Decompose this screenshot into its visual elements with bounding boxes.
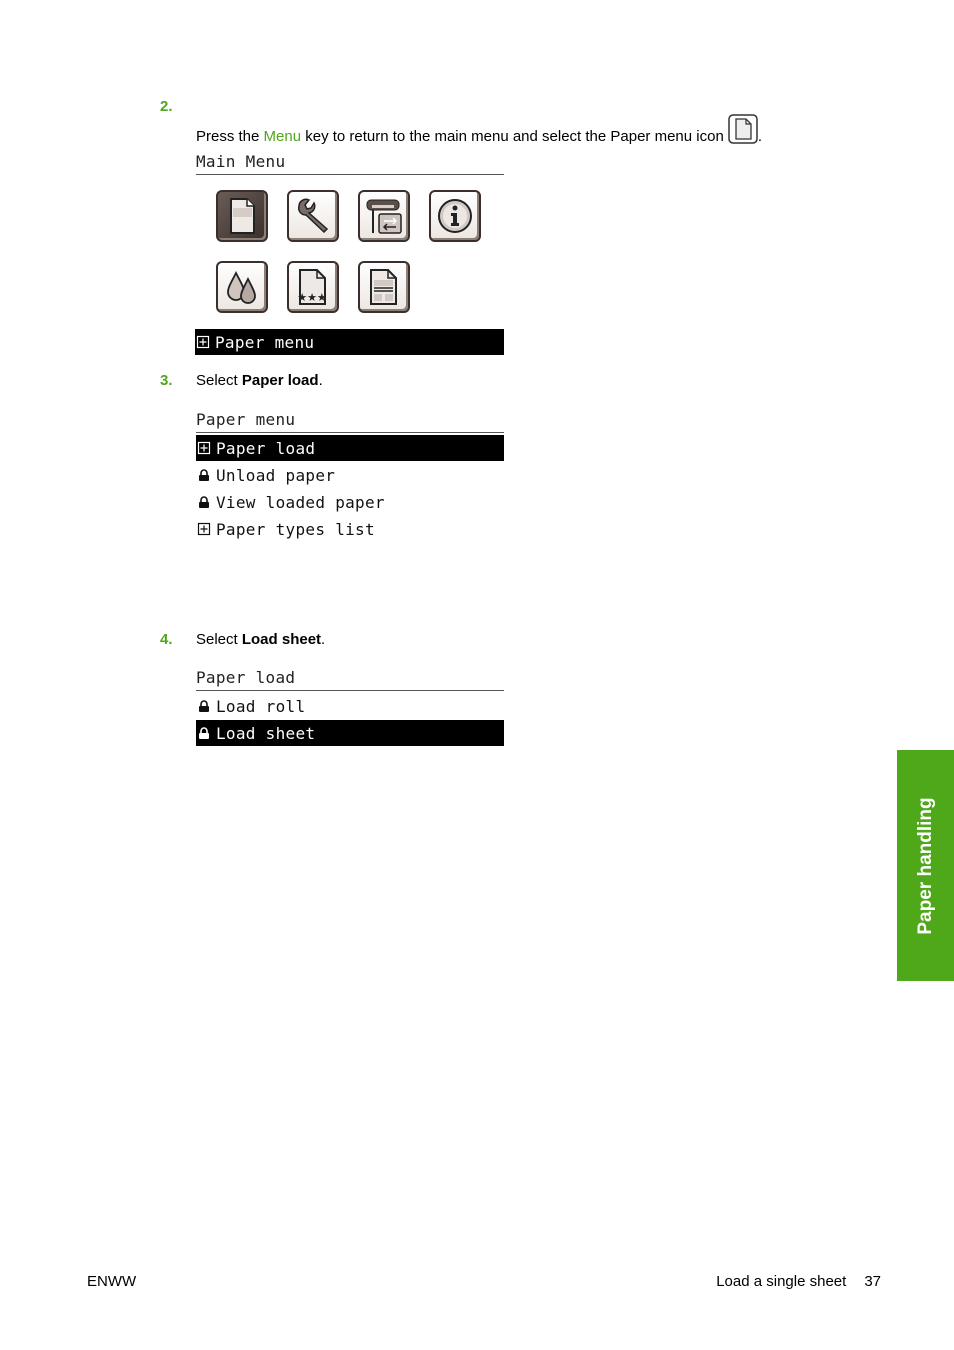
footer-left-label: ENWW	[87, 1273, 137, 1290]
menu-item-label: View loaded paper	[216, 492, 385, 512]
printer-connectivity-icon	[366, 199, 402, 234]
step-text: Press the	[196, 128, 264, 145]
lock-icon	[199, 727, 209, 739]
step-number: 2.	[160, 98, 173, 115]
footer-section-title: Load a single sheet	[716, 1273, 847, 1290]
menu-item-label: Load roll	[216, 696, 306, 716]
lock-icon	[199, 700, 209, 712]
menu-item-label: Load sheet	[216, 723, 316, 743]
job-management-menu-tile[interactable]	[358, 261, 410, 313]
step-text: key to return to the main menu and selec…	[301, 128, 724, 145]
main-menu-title: Main Menu	[196, 152, 504, 175]
image-quality-menu-tile[interactable]: ★★★	[287, 261, 339, 313]
lock-icon	[199, 469, 209, 481]
ink-drops-icon	[227, 270, 256, 304]
menu-item-paper-types-list[interactable]: Paper types list	[196, 516, 504, 542]
menu-item-label: Unload paper	[216, 465, 336, 485]
step-instruction: Press the Menu key to return to the main…	[196, 114, 762, 145]
paper-icon	[230, 198, 255, 234]
info-icon	[438, 199, 472, 233]
chapter-side-tab: Paper handling	[897, 750, 954, 981]
menu-item-unload-paper[interactable]: Unload paper	[196, 462, 504, 488]
step-instruction: Select Load sheet.	[196, 631, 325, 648]
menu-item-view-loaded-paper[interactable]: View loaded paper	[196, 489, 504, 515]
connectivity-menu-tile[interactable]	[358, 190, 410, 242]
step-emphasis: Paper load	[241, 372, 319, 389]
page-number: 37	[864, 1273, 881, 1290]
menu-key-link[interactable]: Menu	[264, 128, 302, 145]
step-text: .	[321, 631, 326, 648]
step-text: Select	[196, 372, 242, 389]
step-number: 3.	[160, 372, 173, 389]
wrench-icon	[297, 198, 329, 234]
menu-item-label: Paper types list	[216, 519, 375, 539]
step-text: .	[757, 128, 762, 145]
chapter-side-tab-label: Paper handling	[914, 796, 936, 935]
lock-icon	[199, 496, 209, 508]
job-management-icon	[370, 269, 397, 305]
step-text: Select	[196, 631, 242, 648]
status-label: Paper menu	[215, 332, 315, 352]
paper-load-title: Paper load	[196, 668, 504, 691]
plus-box-icon	[197, 522, 211, 536]
menu-item-label: Paper load	[216, 438, 316, 458]
plus-box-icon	[197, 441, 211, 455]
print-quality-icon: ★★★	[297, 269, 327, 305]
step-number: 4.	[160, 631, 173, 648]
menu-item-load-sheet[interactable]: Load sheet	[196, 720, 504, 746]
footer-right: Load a single sheet 37	[716, 1273, 881, 1290]
main-menu-status-bar: Paper menu	[195, 329, 504, 355]
paper-menu-title: Paper menu	[196, 410, 504, 433]
menu-item-load-roll[interactable]: Load roll	[196, 693, 504, 719]
ink-menu-tile[interactable]	[216, 261, 268, 313]
svg-text:★★★: ★★★	[297, 291, 327, 304]
step-instruction: Select Paper load.	[196, 372, 323, 389]
information-menu-tile[interactable]	[429, 190, 481, 242]
setup-menu-tile[interactable]	[287, 190, 339, 242]
plus-box-icon	[196, 335, 210, 349]
step-emphasis: Load sheet	[241, 631, 322, 648]
paper-icon	[728, 114, 758, 144]
step-text: .	[318, 372, 323, 389]
paper-menu-tile[interactable]	[216, 190, 268, 242]
menu-item-paper-load[interactable]: Paper load	[196, 435, 504, 461]
